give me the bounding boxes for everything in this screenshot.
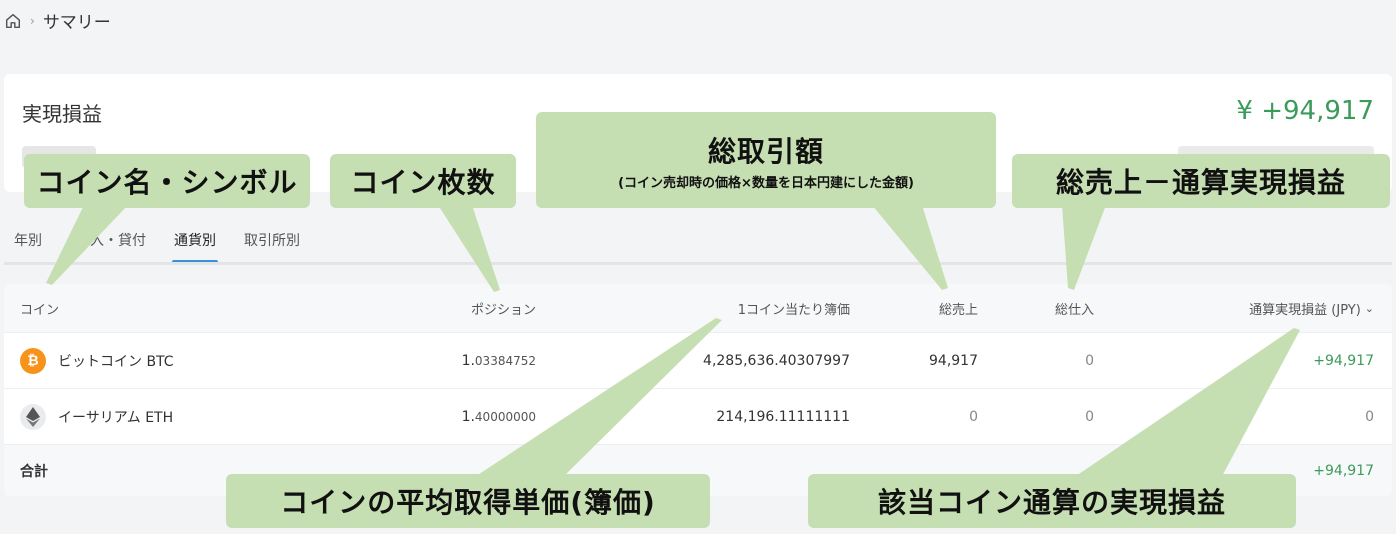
pnl-value: 0 [1365, 408, 1374, 425]
annotation-coin-count: コイン枚数 [330, 154, 516, 208]
breadcrumb-current: サマリー [42, 13, 111, 33]
header-pnl[interactable]: 通算実現損益 (JPY) ⌄ [1249, 284, 1374, 332]
tab-currency[interactable]: 通貨別 [172, 230, 230, 264]
bitcoin-icon: ₿ [20, 347, 46, 374]
ethereum-icon [20, 403, 46, 430]
summary-title: 実現損益 [22, 102, 102, 126]
unit-price-value: 214,196.11111111 [716, 408, 850, 425]
annotation-avg-price: コインの平均取得単価(簿価) [226, 474, 710, 528]
currency-table: コイン ポジション 1コイン当たり簿価 総売上 総仕入 通算実現損益 (JPY)… [4, 284, 1392, 496]
tab-lending[interactable]: 入・貸付 [90, 230, 160, 260]
coin-name: イーサリアム ETH [58, 409, 174, 426]
header-pnl-label: 通算実現損益 (JPY) [1249, 302, 1361, 318]
tabs-divider [4, 262, 1392, 265]
total-sales-value: 94,917 [929, 352, 978, 369]
position-value: 1. 03384752 [461, 352, 536, 369]
chevron-down-icon[interactable]: ⌄ [1365, 302, 1374, 315]
home-icon[interactable] [4, 12, 22, 30]
total-sales-value: 0 [969, 408, 978, 425]
annotation-coin-pnl: 該当コイン通算の実現損益 [808, 474, 1296, 528]
header-unit-price: 1コイン当たり簿価 [737, 302, 850, 318]
total-purchase-value: 0 [1085, 352, 1094, 369]
header-total-sales: 総売上 [938, 302, 978, 318]
table-row[interactable]: ₿ ビットコイン BTC 1. 03384752 4,285,636.403079… [4, 332, 1392, 388]
header-total-purchase: 総仕入 [1054, 302, 1094, 318]
coin-name: ビットコイン BTC [58, 353, 174, 370]
table-header: コイン ポジション 1コイン当たり簿価 総売上 総仕入 通算実現損益 (JPY)… [4, 284, 1392, 332]
annotation-coin-name: コイン名・シンボル [24, 154, 310, 208]
header-position: ポジション [470, 302, 536, 318]
total-purchase-value: 0 [1085, 408, 1094, 425]
tab-exchange[interactable]: 取引所別 [244, 230, 314, 260]
total-pnl-value: +94,917 [1313, 462, 1374, 479]
unit-price-value: 4,285,636.40307997 [703, 352, 850, 369]
pnl-value: +94,917 [1313, 352, 1374, 369]
summary-value: ¥ +94,917 [1236, 96, 1374, 126]
annotation-total-trade: 総取引額 (コイン売却時の価格×数量を日本円建にした金額) [536, 112, 996, 208]
total-label: 合計 [20, 463, 48, 480]
breadcrumb: › サマリー [4, 8, 111, 33]
table-row[interactable]: イーサリアム ETH 1. 40000000 214,196.11111111 0… [4, 388, 1392, 444]
header-coin: コイン [20, 302, 60, 318]
tab-bar: 年別 入・貸付 通貨別 取引所別 [14, 230, 328, 264]
annotation-sales-minus-pnl: 総売上－通算実現損益 [1012, 154, 1390, 208]
position-value: 1. 40000000 [461, 408, 536, 425]
breadcrumb-separator: › [30, 13, 35, 28]
tab-yearly[interactable]: 年別 [14, 230, 56, 260]
